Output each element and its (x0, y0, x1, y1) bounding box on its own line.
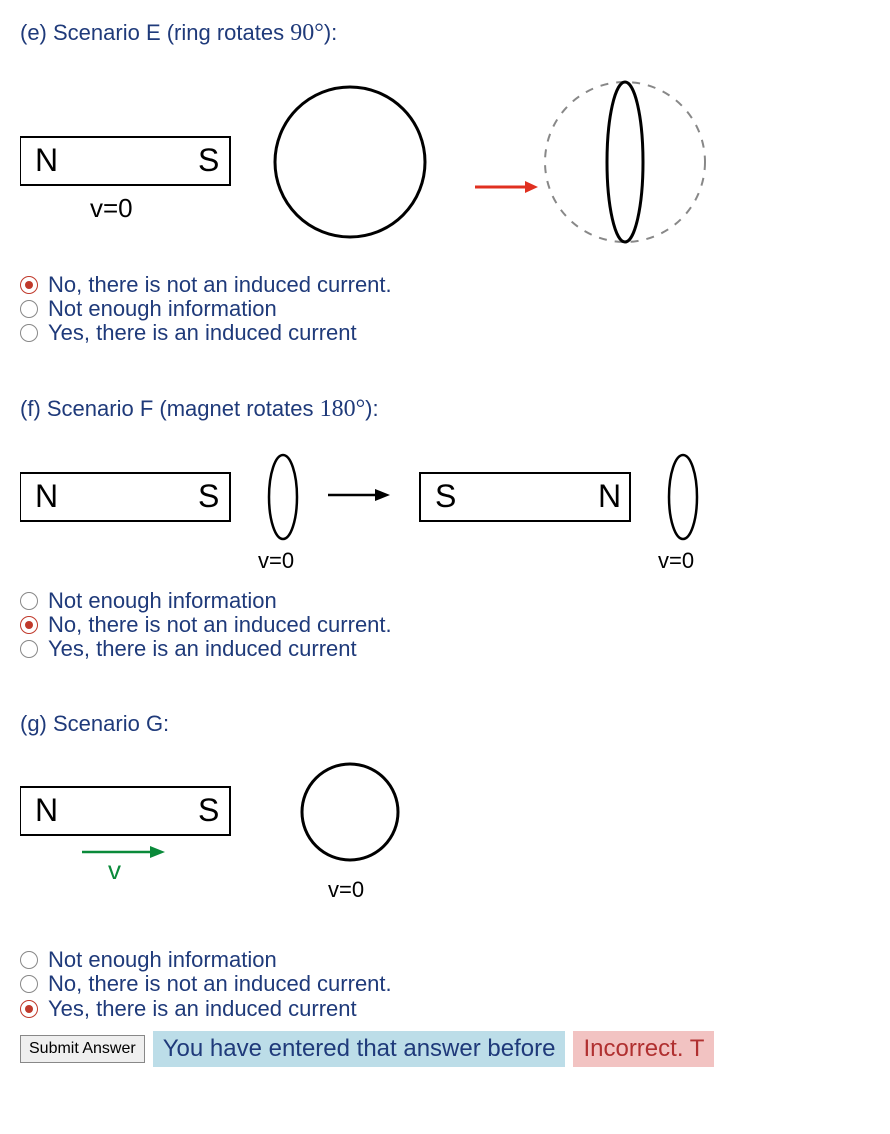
magnet-s-label: S (198, 142, 219, 178)
v0-label-e: v=0 (90, 193, 133, 223)
v0-label-f-left: v=0 (258, 548, 294, 573)
v0-label-g: v=0 (328, 877, 364, 902)
radio-unselected-icon (20, 592, 38, 610)
magnet-s-label: S (198, 792, 219, 828)
submit-answer-button[interactable]: Submit Answer (20, 1035, 145, 1063)
radio-e-0[interactable]: No, there is not an induced current. (20, 273, 870, 297)
submit-bar: Submit Answer You have entered that answ… (20, 1031, 870, 1067)
radio-f-0[interactable]: Not enough information (20, 589, 870, 613)
magnet-n-label: N (35, 478, 58, 514)
radio-g-0-label: Not enough information (48, 948, 277, 972)
section-e-prefix: (e) Scenario E (ring rotates (20, 20, 290, 45)
radio-e-0-label: No, there is not an induced current. (48, 273, 392, 297)
section-f-prefix: (f) Scenario F (magnet rotates (20, 396, 320, 421)
v0-label-f-right: v=0 (658, 548, 694, 573)
radio-selected-icon (20, 1000, 38, 1018)
radio-f-1[interactable]: No, there is not an induced current. (20, 613, 870, 637)
radio-group-g: Not enough information No, there is not … (20, 948, 870, 1021)
section-e-title: (e) Scenario E (ring rotates 90°): (20, 20, 870, 47)
radio-unselected-icon (20, 324, 38, 342)
section-g: (g) Scenario G: N S v v=0 Not enough inf… (20, 711, 870, 1021)
radio-f-0-label: Not enough information (48, 589, 277, 613)
section-f-title: (f) Scenario F (magnet rotates 180°): (20, 396, 870, 423)
section-e-angle: 90° (290, 20, 324, 46)
radio-unselected-icon (20, 640, 38, 658)
radio-f-2-label: Yes, there is an induced current (48, 637, 357, 661)
section-e: (e) Scenario E (ring rotates 90°): N S v… (20, 20, 870, 346)
section-f-suffix: ): (365, 396, 378, 421)
magnet-n-label: N (35, 792, 58, 828)
section-e-suffix: ): (324, 20, 337, 45)
v-label: v (108, 855, 121, 885)
magnet-s-label: S (435, 478, 456, 514)
radio-unselected-icon (20, 975, 38, 993)
radio-selected-icon (20, 616, 38, 634)
radio-e-1[interactable]: Not enough information (20, 297, 870, 321)
radio-g-0[interactable]: Not enough information (20, 948, 870, 972)
radio-group-e: No, there is not an induced current. Not… (20, 273, 870, 346)
radio-selected-icon (20, 276, 38, 294)
section-g-title: (g) Scenario G: (20, 711, 870, 737)
radio-unselected-icon (20, 951, 38, 969)
section-f-angle: 180° (320, 396, 366, 422)
radio-g-2-label: Yes, there is an induced current (48, 997, 357, 1021)
radio-g-1-label: No, there is not an induced current. (48, 972, 392, 996)
radio-f-1-label: No, there is not an induced current. (48, 613, 392, 637)
radio-g-2[interactable]: Yes, there is an induced current (20, 997, 870, 1021)
radio-g-1[interactable]: No, there is not an induced current. (20, 972, 870, 996)
section-f: (f) Scenario F (magnet rotates 180°): N … (20, 396, 870, 662)
radio-f-2[interactable]: Yes, there is an induced current (20, 637, 870, 661)
diagram-e: N S v=0 (20, 67, 870, 263)
radio-e-2-label: Yes, there is an induced current (48, 321, 357, 345)
magnet-n-label: N (598, 478, 621, 514)
incorrect-message: Incorrect. T (573, 1031, 714, 1067)
magnet-n-label: N (35, 142, 58, 178)
diagram-g: N S v v=0 (20, 757, 870, 938)
duplicate-answer-message: You have entered that answer before (153, 1031, 566, 1067)
magnet-s-label: S (198, 478, 219, 514)
radio-group-f: Not enough information No, there is not … (20, 589, 870, 662)
diagram-f: N S v=0 S N v=0 (20, 443, 870, 579)
radio-e-1-label: Not enough information (48, 297, 277, 321)
radio-unselected-icon (20, 300, 38, 318)
radio-e-2[interactable]: Yes, there is an induced current (20, 321, 870, 345)
